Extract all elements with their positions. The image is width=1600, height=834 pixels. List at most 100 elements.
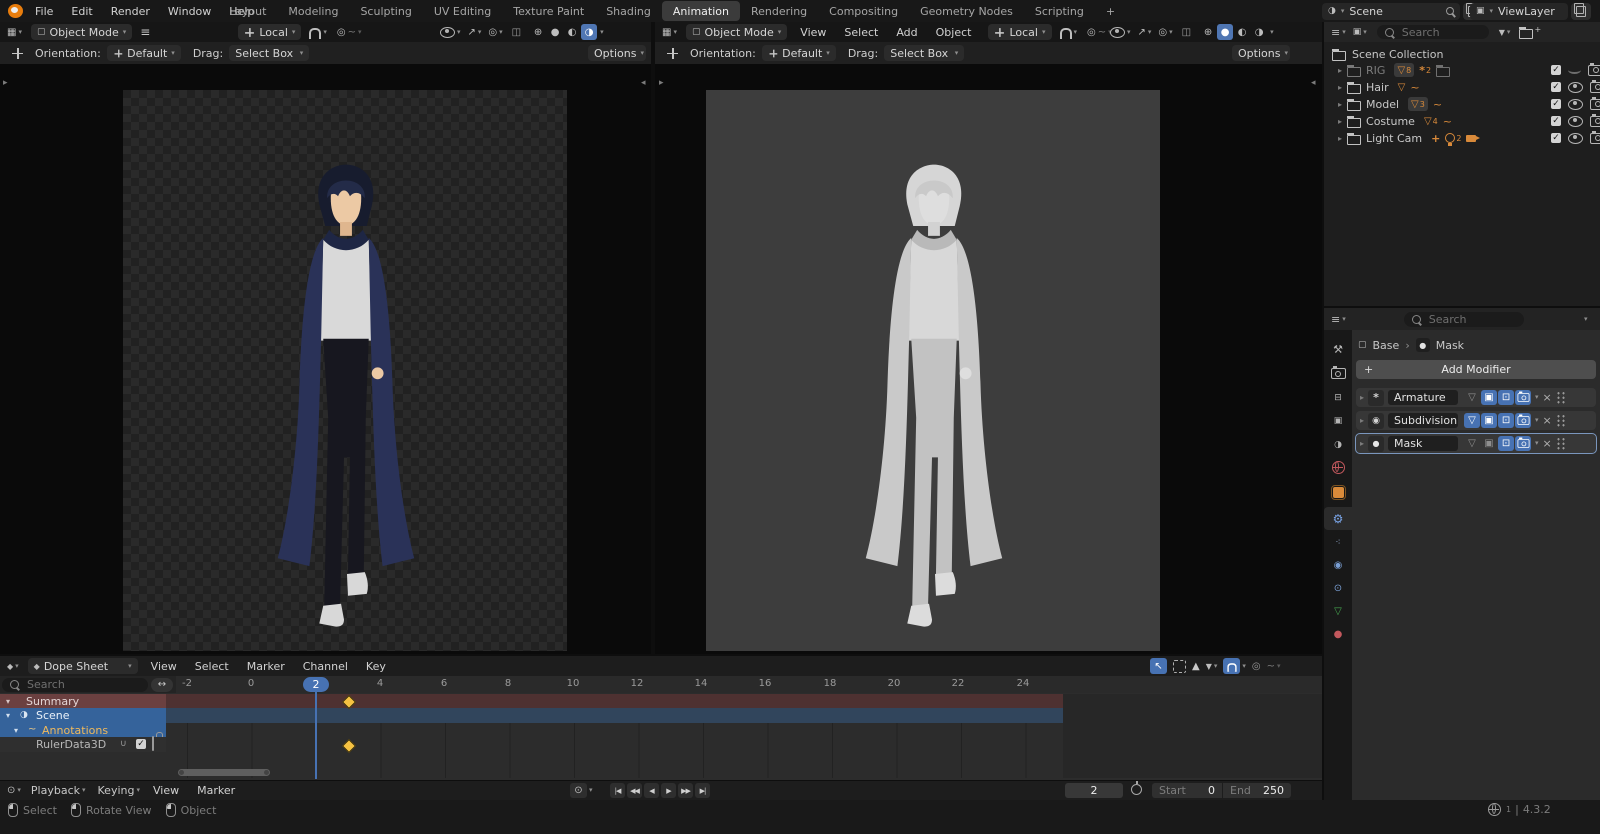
expander-open-icon[interactable]: ▾ bbox=[6, 711, 10, 720]
render-visibility-icon[interactable] bbox=[1588, 65, 1600, 76]
tab-object-data-icon[interactable]: ▽ bbox=[1324, 600, 1352, 623]
jump-to-start-button[interactable]: |◀ bbox=[610, 783, 625, 798]
tab-particles-icon[interactable]: ⁖ bbox=[1324, 531, 1352, 554]
viewport-dopesheet-splitter[interactable] bbox=[0, 654, 1322, 656]
properties-options-dropdown[interactable]: ▾ bbox=[1584, 316, 1588, 323]
new-collection-button[interactable]: + bbox=[1519, 26, 1541, 39]
tab-uv-editing[interactable]: UV Editing bbox=[423, 1, 502, 21]
gizmos-dropdown[interactable]: ↗▾ bbox=[468, 27, 482, 38]
shading-solid-button[interactable]: ● bbox=[547, 24, 563, 40]
snap-dropdown[interactable]: ▾ bbox=[1223, 658, 1246, 674]
dope-sheet-mode-dropdown[interactable]: ◆Dope Sheet▾ bbox=[28, 658, 138, 674]
new-view-layer-icon[interactable] bbox=[1576, 6, 1586, 17]
tab-material-icon[interactable]: ● bbox=[1324, 623, 1352, 646]
orientation-value-dropdown[interactable]: Default▾ bbox=[762, 45, 836, 61]
xray-toggle[interactable]: ◫ bbox=[512, 27, 521, 38]
expander-icon[interactable]: ▸ bbox=[1338, 66, 1342, 75]
menu-file[interactable]: File bbox=[26, 0, 62, 22]
channel-search[interactable] bbox=[2, 678, 148, 692]
tab-modifiers-icon[interactable]: ⚙ bbox=[1324, 507, 1352, 530]
timeline-ruler[interactable]: -2 0 4 6 8 10 12 14 16 18 20 22 24 bbox=[0, 676, 1322, 693]
menu-render[interactable]: Render bbox=[102, 0, 159, 22]
close-icon[interactable]: × bbox=[1543, 414, 1552, 427]
filter-dropdown[interactable]: ▼▾ bbox=[1206, 662, 1218, 671]
edit-cage-toggle[interactable]: ▽ bbox=[1464, 436, 1480, 451]
outliner-row-model[interactable]: ▸ Model ▽3 ~ ✓ bbox=[1338, 96, 1600, 112]
view-menu[interactable]: View bbox=[791, 22, 835, 42]
outliner-row-rig[interactable]: ▸ RIG ▽8 *2 ✓ bbox=[1338, 62, 1600, 78]
shading-solid-button[interactable]: ● bbox=[1217, 24, 1233, 40]
exclude-checkbox[interactable]: ✓ bbox=[1551, 116, 1561, 126]
jump-to-end-button[interactable]: ▶| bbox=[695, 783, 710, 798]
shading-rendered-button[interactable]: ◑ bbox=[581, 24, 597, 40]
exclude-checkbox[interactable]: ✓ bbox=[1551, 65, 1561, 75]
expand-search-button[interactable]: ↔ bbox=[151, 678, 173, 692]
drag-handle[interactable] bbox=[1556, 437, 1566, 450]
options-dropdown[interactable]: Options▾ bbox=[588, 45, 646, 61]
shading-material-button[interactable]: ◐ bbox=[564, 24, 580, 40]
render-visibility-icon[interactable] bbox=[1590, 133, 1600, 144]
snap-toggle[interactable]: ▾ bbox=[1060, 25, 1078, 39]
tab-geometry-nodes[interactable]: Geometry Nodes bbox=[909, 1, 1024, 21]
channel-annotations-label[interactable]: ▾ ~ Annotations bbox=[0, 723, 166, 737]
hide-eye-icon[interactable] bbox=[1568, 82, 1583, 93]
tab-object-icon[interactable] bbox=[1324, 481, 1352, 504]
expander-icon[interactable]: ▸ bbox=[1338, 83, 1342, 92]
transform-orientation-dropdown[interactable]: Local▾ bbox=[238, 24, 301, 40]
overlays-dropdown[interactable]: ◎▾ bbox=[1158, 27, 1172, 38]
blender-logo[interactable] bbox=[8, 4, 23, 18]
channel-scene-track[interactable] bbox=[166, 708, 1063, 723]
sidebar-collapse-arrow[interactable]: ◂ bbox=[1311, 78, 1316, 88]
shading-wireframe-button[interactable]: ⊕ bbox=[530, 24, 546, 40]
drag-handle[interactable] bbox=[1556, 391, 1566, 404]
object-menu[interactable]: Object bbox=[927, 22, 981, 42]
tab-world-icon[interactable] bbox=[1324, 456, 1352, 479]
unlocked-icon[interactable] bbox=[152, 736, 154, 751]
close-icon[interactable]: × bbox=[1543, 437, 1552, 450]
channel-curve-icon[interactable]: ∪ bbox=[120, 739, 127, 749]
tab-output-icon[interactable]: ⊟ bbox=[1324, 386, 1352, 409]
keying-menu[interactable]: Keying▾ bbox=[98, 784, 140, 797]
tab-constraints-icon[interactable]: ⊙ bbox=[1324, 577, 1352, 600]
hide-eye-icon[interactable] bbox=[1568, 133, 1583, 144]
outliner-filter-id-dropdown[interactable]: ▣▾ bbox=[1353, 27, 1367, 37]
options-dropdown[interactable]: Options▾ bbox=[1232, 45, 1290, 61]
tab-layout[interactable]: Layout bbox=[218, 1, 277, 21]
drag-value-dropdown[interactable]: Select Box▾ bbox=[229, 45, 309, 61]
proportional-editing-toggle[interactable]: ◎~▾ bbox=[1087, 27, 1112, 38]
overlays-dropdown[interactable]: ◎▾ bbox=[488, 27, 502, 38]
panel-splitter[interactable] bbox=[1322, 22, 1324, 800]
tab-view-layer-icon[interactable]: ▣ bbox=[1324, 409, 1352, 432]
outliner-display-mode-dropdown[interactable]: ≡▾ bbox=[1331, 26, 1346, 39]
only-selected-toggle[interactable]: ↖ bbox=[1150, 658, 1167, 674]
tab-texture-paint[interactable]: Texture Paint bbox=[502, 1, 595, 21]
channel-summary-track[interactable] bbox=[166, 694, 1063, 708]
properties-search[interactable] bbox=[1404, 312, 1524, 327]
toolbar-expand-arrow[interactable]: ▸ bbox=[659, 78, 664, 88]
outliner-row-costume[interactable]: ▸ Costume ▽4 ~ ✓ bbox=[1338, 113, 1600, 129]
tab-rendering[interactable]: Rendering bbox=[740, 1, 818, 21]
start-frame-field[interactable]: Start0 bbox=[1152, 783, 1222, 798]
breadcrumb-modifier[interactable]: Mask bbox=[1436, 339, 1464, 352]
tab-tool-icon[interactable]: ⚒ bbox=[1324, 338, 1352, 361]
view-layer-selector[interactable]: ▣▾ ViewLayer bbox=[1470, 2, 1591, 20]
show-object-types-dropdown[interactable]: ▾ bbox=[1110, 27, 1131, 38]
sync-dropdown[interactable]: ⊙▾ bbox=[570, 783, 593, 798]
properties-search-input[interactable] bbox=[1427, 312, 1516, 327]
horizontal-scrollbar[interactable] bbox=[178, 769, 270, 776]
modifier-subdivision[interactable]: ▸ ◉ Subdivision ▽ ▣ ⊡ ▾ × bbox=[1356, 411, 1596, 430]
modifier-armature[interactable]: ▸ * Armature ▽ ▣ ⊡ ▾ × bbox=[1356, 388, 1596, 407]
outliner-filter-dropdown[interactable]: ▼▾ bbox=[1499, 28, 1511, 37]
next-keyframe-button[interactable]: ▶▶ bbox=[678, 783, 693, 798]
expander-icon[interactable]: ▸ bbox=[1338, 117, 1342, 126]
tab-animation[interactable]: Animation bbox=[662, 1, 740, 21]
drag-handle[interactable] bbox=[1556, 414, 1566, 427]
tab-render-icon[interactable] bbox=[1324, 362, 1352, 385]
realtime-toggle[interactable]: ⊡ bbox=[1498, 436, 1514, 451]
transform-orientation-dropdown[interactable]: Local▾ bbox=[988, 24, 1051, 40]
select-menu[interactable]: Select bbox=[835, 22, 887, 42]
collapsed-menus-button[interactable]: ≡ bbox=[140, 25, 150, 39]
play-reverse-button[interactable]: ◀ bbox=[644, 783, 659, 798]
proportional-circle-icon[interactable]: ◎ bbox=[1252, 661, 1261, 672]
tab-compositing[interactable]: Compositing bbox=[818, 1, 909, 21]
